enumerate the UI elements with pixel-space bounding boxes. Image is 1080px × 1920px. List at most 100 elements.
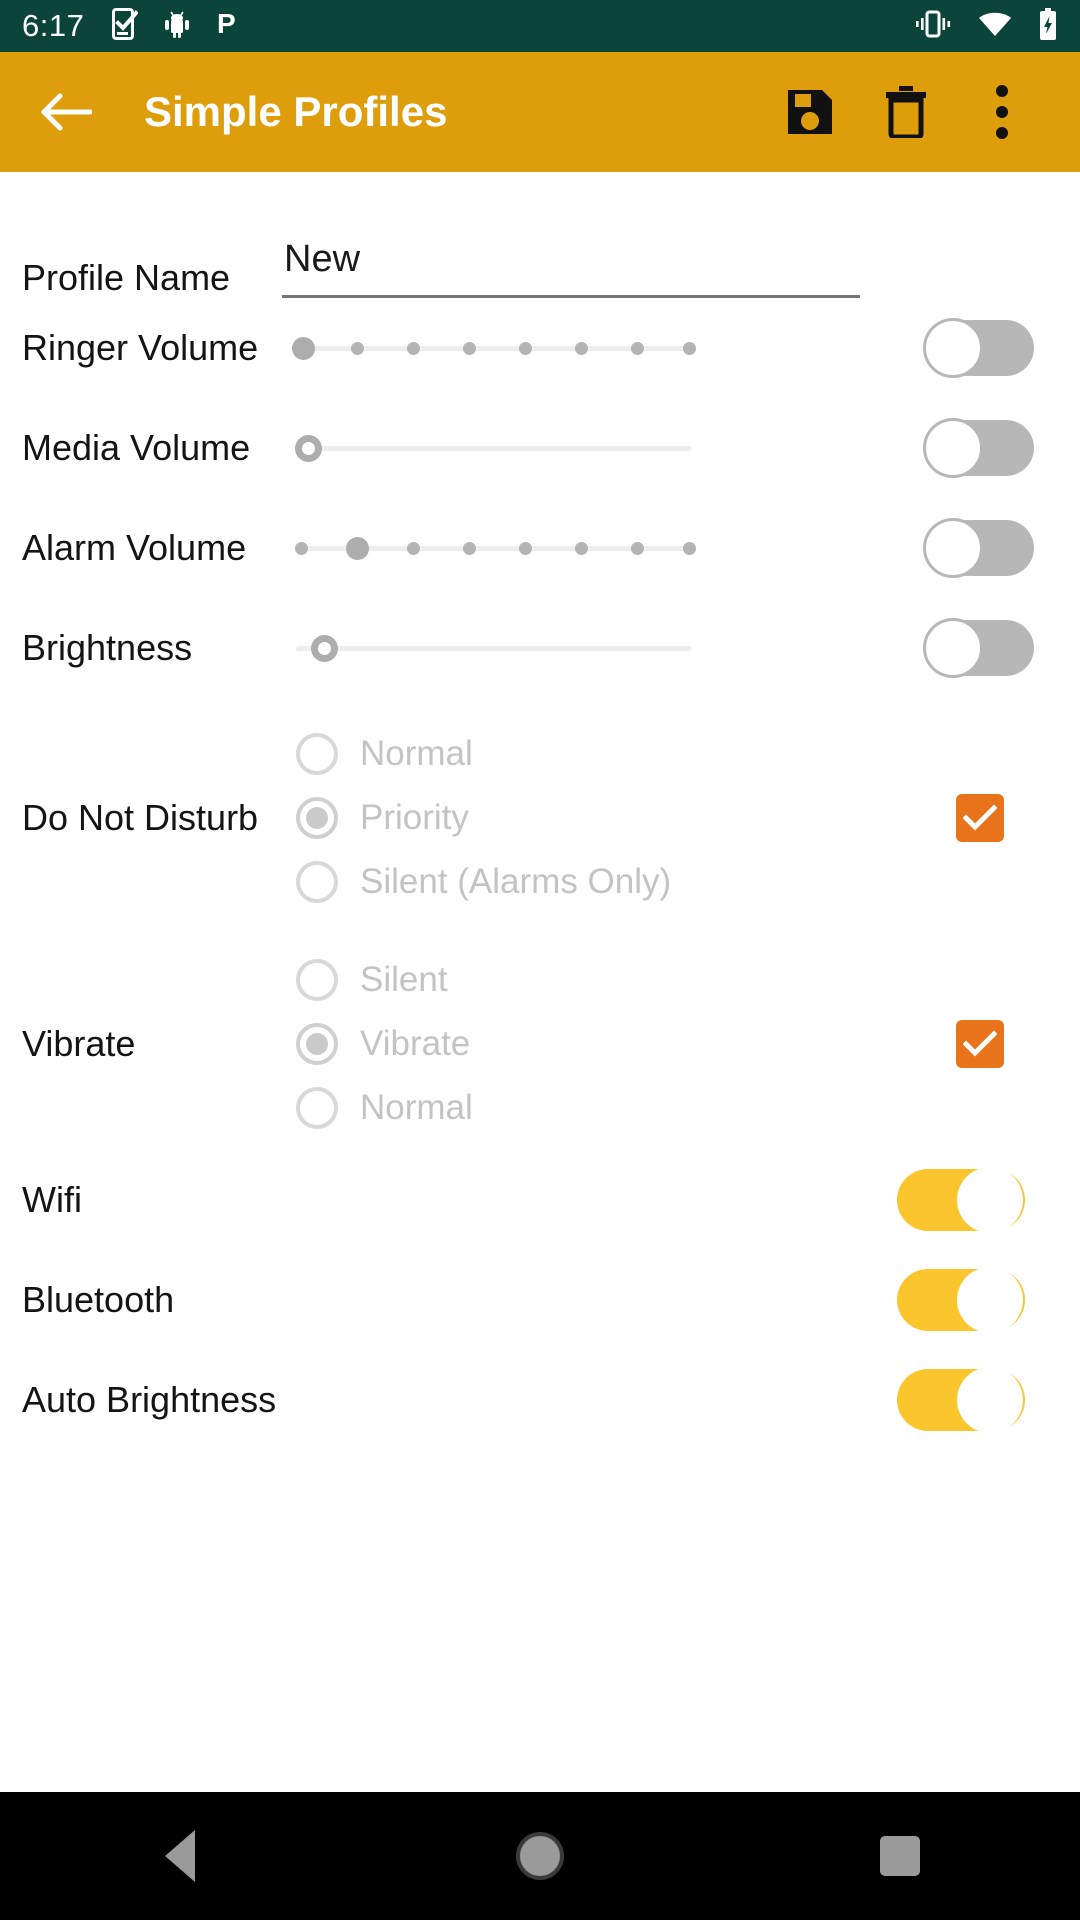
nav-recents-button[interactable] bbox=[825, 1792, 975, 1920]
delete-icon bbox=[886, 86, 926, 138]
vibrate-label: Vibrate bbox=[22, 1023, 136, 1065]
home-circle-icon bbox=[516, 1832, 564, 1880]
slider-tick bbox=[575, 342, 588, 355]
radio-unchecked-icon bbox=[296, 733, 338, 775]
radio-option-vibrate-normal[interactable]: Normal bbox=[296, 1081, 473, 1135]
vibrate-icon bbox=[914, 9, 952, 44]
toggle-knob bbox=[923, 618, 983, 678]
toggle-knob bbox=[957, 1367, 1023, 1433]
bluetooth-toggle[interactable] bbox=[897, 1267, 1025, 1333]
radio-label: Silent (Alarms Only) bbox=[360, 862, 672, 901]
radio-checked-icon bbox=[296, 797, 338, 839]
media-volume-row: Media Volume bbox=[0, 398, 1080, 498]
save-button[interactable] bbox=[762, 64, 858, 160]
auto-brightness-toggle[interactable] bbox=[897, 1367, 1025, 1433]
battery-charging-icon bbox=[1038, 7, 1058, 45]
vibrate-radio-group: Silent Vibrate Normal bbox=[296, 953, 473, 1135]
nav-home-button[interactable] bbox=[465, 1792, 615, 1920]
slider-tick bbox=[351, 342, 364, 355]
ringer-volume-row: Ringer Volume bbox=[0, 298, 1080, 398]
check-icon bbox=[963, 1030, 997, 1057]
check-icon bbox=[963, 804, 997, 831]
alarm-volume-slider[interactable] bbox=[295, 518, 696, 578]
toggle-knob bbox=[957, 1167, 1023, 1233]
ringer-volume-label: Ringer Volume bbox=[22, 327, 259, 369]
slider-tick bbox=[519, 542, 532, 555]
alarm-volume-row: Alarm Volume bbox=[0, 498, 1080, 598]
slider-thumb[interactable] bbox=[346, 537, 369, 560]
app-bar-actions bbox=[762, 64, 1050, 160]
radio-label: Vibrate bbox=[360, 1024, 471, 1063]
slider-thumb[interactable] bbox=[311, 635, 338, 662]
alarm-volume-toggle[interactable] bbox=[923, 518, 1034, 578]
tasks-checklist-icon bbox=[112, 7, 140, 45]
slider-track bbox=[296, 446, 692, 451]
brightness-row: Brightness bbox=[0, 598, 1080, 698]
toggle-knob bbox=[957, 1267, 1023, 1333]
status-bar: 6:17 P bbox=[0, 0, 1080, 52]
slider-tick bbox=[683, 542, 696, 555]
ringer-volume-slider[interactable] bbox=[292, 318, 696, 378]
slider-tick bbox=[407, 342, 420, 355]
vibrate-checkbox[interactable] bbox=[956, 1020, 1004, 1068]
status-bar-system-icons bbox=[914, 7, 1058, 45]
do-not-disturb-row: Do Not Disturb Normal Priority Silent (A… bbox=[0, 712, 1080, 924]
media-volume-toggle[interactable] bbox=[923, 418, 1034, 478]
toggle-knob bbox=[923, 418, 983, 478]
alarm-volume-label: Alarm Volume bbox=[22, 527, 247, 569]
ringer-volume-toggle[interactable] bbox=[923, 318, 1034, 378]
phone-screen: 6:17 P Simple Profiles Profile Name New … bbox=[0, 0, 1080, 1920]
wifi-toggle[interactable] bbox=[897, 1167, 1025, 1233]
recents-square-icon bbox=[880, 1836, 920, 1876]
radio-unchecked-icon bbox=[296, 861, 338, 903]
slider-thumb[interactable] bbox=[295, 435, 322, 462]
slider-tick bbox=[631, 342, 644, 355]
system-navigation-bar bbox=[0, 1792, 1080, 1920]
wifi-label: Wifi bbox=[22, 1179, 82, 1221]
back-triangle-icon bbox=[165, 1830, 195, 1882]
wifi-icon bbox=[978, 11, 1012, 42]
do-not-disturb-radio-group: Normal Priority Silent (Alarms Only) bbox=[296, 727, 671, 909]
bluetooth-row: Bluetooth bbox=[0, 1250, 1080, 1350]
radio-option-dnd-normal[interactable]: Normal bbox=[296, 727, 671, 781]
radio-option-vibrate-vibrate[interactable]: Vibrate bbox=[296, 1017, 473, 1071]
android-robot-icon bbox=[162, 9, 192, 44]
wifi-row: Wifi bbox=[0, 1150, 1080, 1250]
overflow-menu-icon bbox=[996, 85, 1008, 139]
radio-option-vibrate-silent[interactable]: Silent bbox=[296, 953, 473, 1007]
media-volume-label: Media Volume bbox=[22, 427, 251, 469]
radio-unchecked-icon bbox=[296, 959, 338, 1001]
radio-option-dnd-priority[interactable]: Priority bbox=[296, 791, 671, 845]
bluetooth-label: Bluetooth bbox=[22, 1279, 175, 1321]
delete-button[interactable] bbox=[858, 64, 954, 160]
svg-text:P: P bbox=[217, 9, 236, 39]
slider-tick bbox=[683, 342, 696, 355]
auto-brightness-label: Auto Brightness bbox=[22, 1379, 277, 1421]
slider-tick bbox=[463, 542, 476, 555]
overflow-menu-button[interactable] bbox=[954, 64, 1050, 160]
nav-back-button[interactable] bbox=[105, 1792, 255, 1920]
save-icon bbox=[788, 90, 832, 134]
status-bar-clock: 6:17 bbox=[22, 8, 85, 43]
profile-name-label: Profile Name bbox=[22, 256, 231, 298]
media-volume-slider[interactable] bbox=[295, 418, 696, 478]
p-logo-icon: P bbox=[216, 8, 242, 44]
back-button[interactable] bbox=[30, 76, 102, 148]
vibrate-row: Vibrate Silent Vibrate Normal bbox=[0, 938, 1080, 1150]
radio-label: Normal bbox=[360, 1088, 473, 1127]
slider-tick bbox=[575, 542, 588, 555]
profile-name-input[interactable] bbox=[282, 238, 860, 298]
radio-label: Priority bbox=[360, 798, 469, 837]
brightness-label: Brightness bbox=[22, 627, 193, 669]
radio-checked-icon bbox=[296, 1023, 338, 1065]
radio-label: Normal bbox=[360, 734, 473, 773]
do-not-disturb-checkbox[interactable] bbox=[956, 794, 1004, 842]
do-not-disturb-label: Do Not Disturb bbox=[22, 797, 259, 839]
radio-option-dnd-silent[interactable]: Silent (Alarms Only) bbox=[296, 855, 671, 909]
auto-brightness-row: Auto Brightness bbox=[0, 1350, 1080, 1450]
profile-settings-form: Profile Name Ringer Volume bbox=[0, 172, 1080, 1792]
brightness-toggle[interactable] bbox=[923, 618, 1034, 678]
slider-thumb[interactable] bbox=[292, 337, 315, 360]
brightness-slider[interactable] bbox=[296, 618, 696, 678]
toggle-knob bbox=[923, 518, 983, 578]
